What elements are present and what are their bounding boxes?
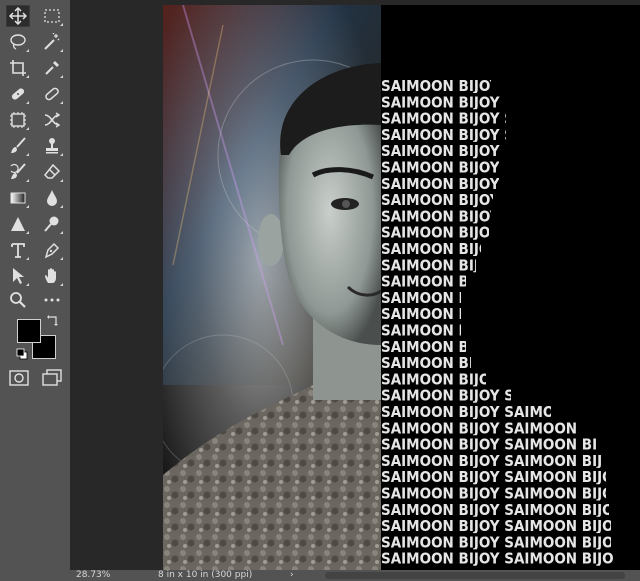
text-portrait-line: SAIMOON BIJOY SAIMOON BIJOY SAIMOON BIJO… — [381, 550, 640, 568]
hand-icon — [45, 268, 56, 283]
type-tool[interactable] — [6, 239, 30, 261]
clone-stamp-tool[interactable] — [40, 135, 64, 157]
move-icon — [9, 7, 27, 25]
recompose-tool[interactable] — [40, 109, 64, 131]
rectangular-marquee-icon — [44, 9, 60, 23]
portrait-photo — [163, 5, 381, 570]
zoom-icon — [10, 292, 26, 308]
content-aware-move-icon — [10, 112, 26, 128]
pen-tool[interactable] — [40, 239, 64, 261]
ellipsis-icon — [44, 298, 60, 302]
history-brush-tool[interactable] — [6, 161, 30, 183]
lasso-icon — [10, 34, 26, 50]
dodge-icon — [44, 216, 59, 232]
horizontal-scrollbar[interactable] — [325, 572, 625, 579]
crop-icon — [10, 60, 26, 76]
brush-icon — [11, 137, 26, 153]
lasso-tool[interactable] — [6, 31, 30, 53]
eyedropper-tool[interactable] — [40, 57, 64, 79]
path-selection-tool[interactable] — [6, 265, 30, 287]
stamp-icon — [46, 138, 58, 154]
dodge-tool[interactable] — [40, 213, 64, 235]
bandage-icon — [11, 88, 25, 100]
default-colors-icon[interactable] — [16, 348, 28, 360]
canvas-area[interactable]: SAIMOON BIJOY SAIMOON BIJOY SAIMOON BIJO… — [70, 0, 640, 570]
shuffle-icon — [44, 112, 61, 128]
text-portrait-line: SAIMOON BIJOY SAIMOON BIJOY SAIMOON BIJO… — [381, 517, 640, 535]
foreground-color-swatch[interactable] — [17, 319, 41, 343]
tools-panel — [0, 0, 70, 581]
eyedropper-icon — [45, 61, 59, 75]
spot-healing-tool[interactable] — [6, 83, 30, 105]
sharpen-tool[interactable] — [6, 213, 30, 235]
document-canvas[interactable]: SAIMOON BIJOY SAIMOON BIJOY SAIMOON BIJO… — [163, 5, 640, 570]
type-icon — [11, 243, 25, 258]
text-portrait-line: SAIMOON BIJOY SAIMOON BIJOY SAIMOON BIJO… — [381, 468, 640, 486]
history-brush-icon — [10, 163, 26, 179]
move-tool[interactable] — [6, 5, 30, 27]
magic-wand-icon — [44, 33, 60, 50]
status-menu-arrow[interactable]: › — [290, 570, 294, 581]
hand-tool[interactable] — [40, 265, 64, 287]
swap-colors-icon[interactable] — [46, 314, 60, 328]
crop-tool[interactable] — [6, 57, 30, 79]
text-portrait-line: SAIMOON BIJOY SAIMOON BIJOY SAIMOON BIJO… — [381, 485, 640, 503]
status-bar: 28.73% 8 in x 10 in (300 ppi) › — [70, 570, 640, 581]
patch-tool[interactable] — [40, 83, 64, 105]
text-portrait-line: SAIMOON BIJOY SAIMOON BIJOY SAIMOON BIJO… — [381, 501, 640, 519]
zoom-tool[interactable] — [6, 289, 30, 311]
quick-mask-icon[interactable] — [8, 368, 30, 388]
patch-icon — [45, 87, 59, 101]
brush-tool[interactable] — [6, 135, 30, 157]
text-portrait-line: SAIMOON BIJOY SAIMOON BIJOY SAIMOON BIJO… — [381, 533, 640, 551]
magic-wand-tool[interactable] — [40, 31, 64, 53]
water-drop-icon — [47, 190, 57, 206]
blur-tool[interactable] — [40, 187, 64, 209]
gradient-icon — [10, 192, 26, 204]
pen-icon — [44, 242, 60, 259]
rectangular-marquee-tool[interactable] — [40, 5, 64, 27]
gradient-tool[interactable] — [6, 187, 30, 209]
eraser-icon — [43, 163, 61, 179]
zoom-level-field[interactable]: 28.73% — [76, 570, 110, 581]
more-tools-button[interactable] — [40, 289, 64, 311]
content-aware-move-tool[interactable] — [6, 109, 30, 131]
triangle-icon — [11, 217, 25, 231]
document-size-info: 8 in x 10 in (300 ppi) — [158, 570, 253, 580]
eraser-tool[interactable] — [40, 161, 64, 183]
screen-mode-icon[interactable] — [40, 368, 64, 388]
arrow-pointer-icon — [13, 268, 24, 284]
